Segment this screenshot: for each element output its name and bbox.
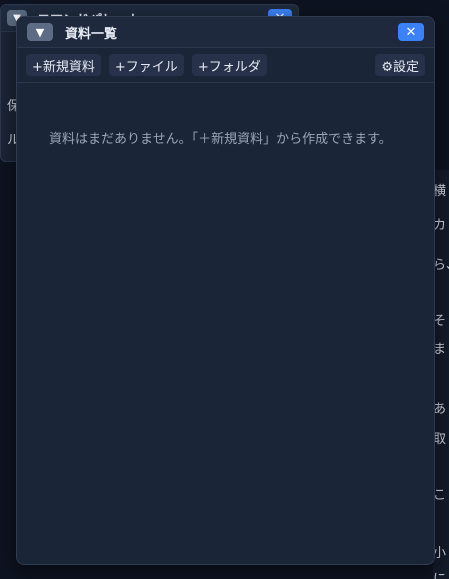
close-icon[interactable]: ✕ <box>398 23 424 41</box>
new-document-button[interactable]: +新規資料 <box>26 54 101 76</box>
add-folder-button[interactable]: +フォルダ <box>191 54 267 76</box>
window-title: 資料一覧 <box>65 26 118 42</box>
settings-button[interactable]: ⚙設定 <box>375 54 425 76</box>
background-text-fragment: ら、 <box>433 258 449 273</box>
window-titlebar[interactable]: ▼ 資料一覧 ✕ <box>17 17 434 48</box>
collapse-toggle-icon[interactable]: ▼ <box>27 23 53 41</box>
background-text-fragment: に 優 <box>433 568 449 579</box>
add-file-button[interactable]: +ファイル <box>108 54 184 76</box>
document-list-window: ▼ 資料一覧 ✕ +新規資料 +ファイル +フォルダ ⚙設定 資料はまだありませ… <box>16 16 435 565</box>
document-list-area: 資料はまだありません。「＋新規資料」から作成できます。 <box>17 83 434 150</box>
background-text-panel: 横 カ ら、 そ ま あ 取 こ 小 に 優 <box>433 170 449 579</box>
toolbar: +新規資料 +ファイル +フォルダ ⚙設定 <box>17 48 434 83</box>
empty-state-message: 資料はまだありません。「＋新規資料」から作成できます。 <box>49 132 392 147</box>
